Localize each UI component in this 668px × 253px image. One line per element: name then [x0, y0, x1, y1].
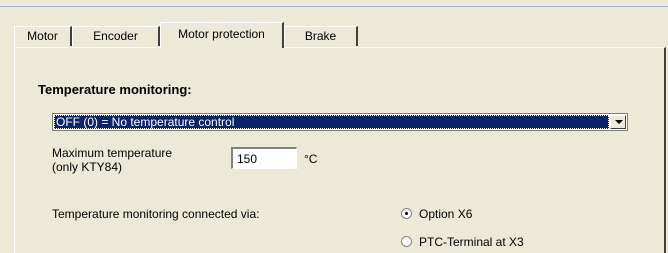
radio-selected-icon[interactable]	[401, 208, 412, 219]
temperature-monitoring-title: Temperature monitoring:	[38, 82, 192, 97]
window-top-edge	[0, 0, 668, 7]
tab-motor-protection[interactable]: Motor protection	[160, 22, 284, 48]
tab-brake[interactable]: Brake	[284, 26, 358, 46]
motor-protection-panel: Temperature monitoring: OFF (0) = No tem…	[14, 47, 666, 253]
radio-option-x6-label: Option X6	[419, 207, 473, 221]
temperature-mode-value: OFF (0) = No temperature control	[54, 115, 609, 129]
temperature-unit: °C	[304, 152, 318, 166]
max-temperature-label: Maximum temperature (only KTY84)	[52, 146, 172, 174]
tab-encoder[interactable]: Encoder	[72, 26, 160, 46]
chevron-down-icon	[615, 120, 623, 124]
max-temperature-input[interactable]: 150	[231, 147, 297, 169]
radio-unselected-icon[interactable]	[401, 236, 412, 247]
max-temperature-label-line1: Maximum temperature	[52, 146, 173, 160]
radio-dot-icon	[405, 212, 408, 215]
radio-ptc-terminal-x3-label: PTC-Terminal at X3	[419, 235, 524, 249]
max-temperature-label-line2: (only KTY84)	[52, 160, 123, 174]
tab-strip: Motor Encoder Motor protection Brake	[14, 22, 664, 48]
temperature-mode-select[interactable]: OFF (0) = No temperature control	[52, 113, 628, 131]
radio-ptc-terminal-x3[interactable]: PTC-Terminal at X3	[401, 234, 561, 250]
connected-via-label: Temperature monitoring connected via:	[52, 207, 260, 221]
radio-option-x6[interactable]: Option X6	[401, 206, 541, 222]
dropdown-button[interactable]	[610, 115, 626, 129]
tab-motor[interactable]: Motor	[14, 26, 72, 46]
